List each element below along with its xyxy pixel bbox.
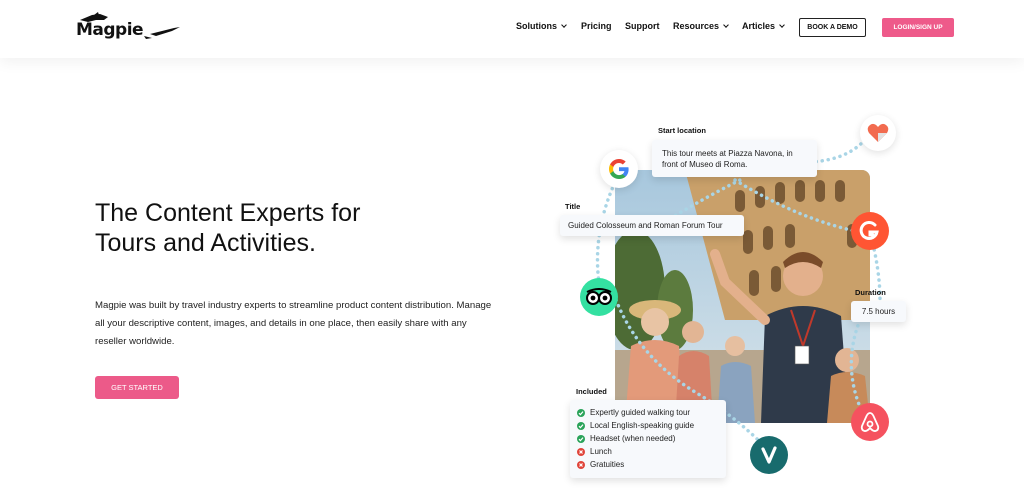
cross-icon: [577, 460, 585, 469]
excluded-item: Gratuities: [577, 458, 719, 471]
included-item-text: Expertly guided walking tour: [590, 408, 691, 417]
check-icon: [577, 408, 585, 417]
check-icon: [577, 421, 585, 430]
hero-description: Magpie was built by travel industry expe…: [95, 300, 492, 347]
included-item: Headset (when needed): [577, 432, 719, 445]
nav-pricing-label: Pricing: [581, 21, 612, 31]
hero-title-line-1: The Content Experts for: [95, 199, 361, 227]
included-item-text: Headset (when needed): [590, 434, 676, 443]
title-value: Guided Colosseum and Roman Forum Tour: [568, 221, 723, 230]
nav-resources-label: Resources: [673, 21, 720, 31]
included-card: Expertly guided walking tour Local Engli…: [570, 400, 726, 478]
excluded-item: Lunch: [577, 445, 719, 458]
logo-text: Magpie: [76, 20, 144, 40]
nav-pricing[interactable]: Pricing: [581, 21, 612, 31]
start-location-label: Start location: [658, 126, 706, 135]
check-icon: [577, 434, 585, 443]
logo[interactable]: Magpie: [74, 12, 182, 44]
nav-solutions-label: Solutions: [516, 21, 557, 31]
heart-icon: [860, 115, 896, 151]
chevron-down-icon: [561, 22, 567, 28]
start-location-card: This tour meets at Piazza Navona, in fro…: [652, 140, 817, 177]
included-label: Included: [576, 387, 607, 396]
nav-support[interactable]: Support: [625, 21, 660, 31]
hero-title-line-2: Tours and Activities.: [95, 229, 316, 257]
login-signup-button[interactable]: LOGIN/SIGN UP: [882, 18, 954, 37]
included-item-text: Gratuities: [590, 460, 625, 469]
duration-value: 7.5 hours: [861, 307, 896, 316]
tripadvisor-icon: [580, 278, 618, 316]
chevron-down-icon: [779, 22, 785, 28]
title-label: Title: [565, 202, 581, 211]
included-item: Expertly guided walking tour: [577, 406, 719, 419]
cross-icon: [577, 447, 585, 456]
site-header: Magpie Solutions Pricing Support Resourc…: [0, 0, 1024, 58]
google-icon: [600, 150, 638, 188]
nav-articles-label: Articles: [742, 21, 776, 31]
getyourguide-icon: [851, 212, 889, 250]
nav-articles[interactable]: Articles: [742, 21, 785, 31]
included-item-text: Lunch: [590, 447, 612, 456]
hero-title: The Content Experts for Tours and Activi…: [95, 198, 475, 258]
nav-resources[interactable]: Resources: [673, 21, 729, 31]
chevron-down-icon: [723, 22, 729, 28]
viator-icon: [750, 436, 788, 474]
included-item-text: Local English-speaking guide: [590, 421, 695, 430]
nav-support-label: Support: [625, 21, 660, 31]
duration-label: Duration: [855, 288, 886, 297]
duration-card: 7.5 hours: [851, 301, 906, 322]
nav-solutions[interactable]: Solutions: [516, 21, 567, 31]
tour-photo: [615, 170, 870, 423]
airbnb-icon: [851, 403, 889, 441]
book-demo-button[interactable]: BOOK A DEMO: [799, 18, 866, 37]
get-started-button[interactable]: GET STARTED: [95, 376, 179, 399]
included-item: Local English-speaking guide: [577, 419, 719, 432]
title-card: Guided Colosseum and Roman Forum Tour: [560, 215, 744, 236]
start-location-value: This tour meets at Piazza Navona, in fro…: [662, 149, 793, 169]
